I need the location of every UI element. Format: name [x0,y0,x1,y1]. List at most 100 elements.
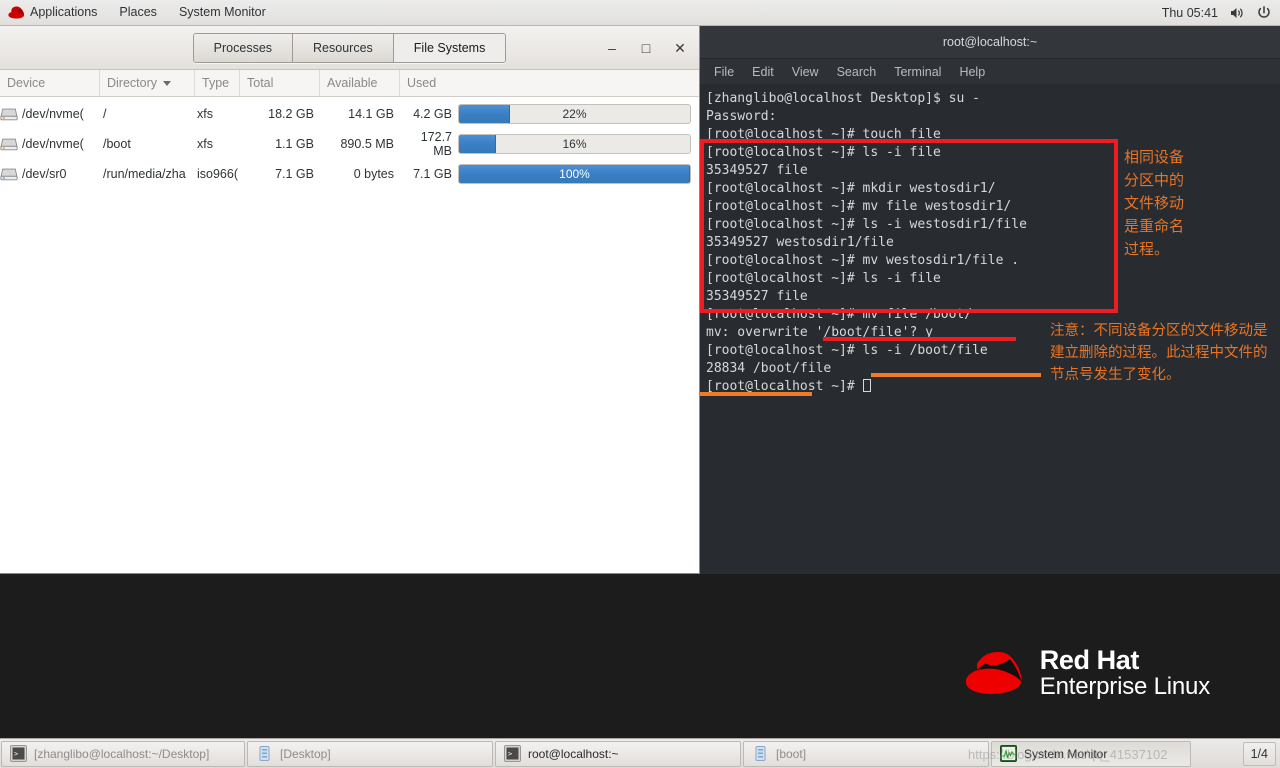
menu-file[interactable]: File [714,65,734,79]
menu-search[interactable]: Search [837,65,877,79]
rhel-brand-line-1: Red Hat [1039,645,1140,675]
taskbar: > [zhanglibo@localhost:~/Desktop] [Deskt… [0,738,1280,768]
cell-device: /dev/sr0 [0,167,100,181]
rhel-brand-line-2: Enterprise Linux [1039,673,1210,701]
taskbar-item-zhanglibo-terminal[interactable]: > [zhanglibo@localhost:~/Desktop] [1,740,245,767]
top-bar-status-area: Thu 05:41 [1162,5,1280,21]
cell-type: iso966( [197,167,238,181]
cell-used: 4.2 GB [413,107,452,121]
table-row[interactable]: /dev/nvme( /boot xfs 1.1 GB 890.5 MB 172… [0,129,699,159]
taskbar-item-root-terminal[interactable]: > root@localhost:~ [495,740,741,767]
table-row[interactable]: /dev/sr0 /run/media/zha iso966( 7.1 GB 0… [0,159,699,189]
minimize-button[interactable]: – [601,37,623,59]
column-header-device-label: Device [7,76,46,90]
system-monitor-tabbar: Processes Resources File Systems [192,32,507,63]
clock[interactable]: Thu 05:41 [1162,6,1218,20]
maximize-icon: □ [641,40,651,56]
minimize-icon: – [608,40,616,56]
gnome-top-bar: Applications Places System Monitor Thu 0… [0,0,1280,26]
file-systems-table-body: /dev/nvme( / xfs 18.2 GB 14.1 GB 4.2 GB … [0,97,699,573]
column-header-device[interactable]: Device [0,70,100,96]
cell-type: xfs [197,137,213,151]
cell-total: 1.1 GB [275,137,314,151]
cell-usage-bar: 22% [458,104,699,124]
taskbar-item-label: [boot] [776,746,807,761]
annotation-note-1: 相同设备 分区中的 文件移动 是重命名 过程。 [1124,148,1185,258]
column-header-available[interactable]: Available [320,70,400,96]
terminal-window: root@localhost:~ File Edit View Search T… [700,26,1280,574]
usage-progress-bar: 16% [458,134,691,154]
menu-help[interactable]: Help [959,65,985,79]
folder-icon [259,746,270,761]
applications-menu[interactable]: Applications [0,0,108,25]
close-button[interactable]: ✕ [669,37,691,59]
sort-descending-icon [163,80,172,86]
cell-device-label: /dev/nvme( [22,107,84,121]
taskbar-item-label: [zhanglibo@localhost:~/Desktop] [34,746,210,761]
system-monitor-titlebar[interactable]: Processes Resources File Systems – □ ✕ [0,26,699,70]
column-header-available-label: Available [327,76,378,90]
table-row[interactable]: /dev/nvme( / xfs 18.2 GB 14.1 GB 4.2 GB … [0,99,699,129]
close-icon: ✕ [674,40,686,56]
active-app-menu[interactable]: System Monitor [168,0,277,25]
places-menu[interactable]: Places [108,0,168,25]
terminal-icon: > [10,745,27,762]
cell-device-label: /dev/nvme( [22,137,84,151]
svg-text:>: > [14,750,18,758]
cell-device: /dev/nvme( [0,137,100,151]
maximize-button[interactable]: □ [635,37,657,59]
tab-file-systems[interactable]: File Systems [393,33,506,62]
menu-view[interactable]: View [792,65,819,79]
system-monitor-window: Processes Resources File Systems – □ ✕ D… [0,26,700,574]
redhat-hat-icon [8,6,25,19]
cell-directory: /boot [103,137,131,151]
rhel-branding: Red Hat Enterprise Linux [964,646,1210,700]
workspace-indicator[interactable]: 1/4 [1242,741,1276,766]
system-monitor-icon [1000,745,1017,762]
cell-used: 172.7 MB [420,130,452,158]
terminal-title-label: root@localhost:~ [942,35,1038,49]
applications-label: Applications [30,5,98,19]
usage-percent-label: 100% [559,167,590,181]
terminal-titlebar[interactable]: root@localhost:~ [700,26,1280,59]
places-label: Places [119,5,157,19]
taskbar-item-label: [Desktop] [280,746,331,761]
taskbar-item-label: System Monitor [1024,746,1108,761]
usage-progress-bar: 100% [458,164,691,184]
column-header-used[interactable]: Used [400,70,699,96]
terminal-icon: > [504,745,521,762]
active-app-label: System Monitor [178,5,266,19]
cell-total: 7.1 GB [275,167,314,181]
power-icon[interactable] [1256,5,1272,21]
cell-available: 14.1 GB [348,107,394,121]
volume-icon[interactable] [1229,5,1245,21]
tab-processes[interactable]: Processes [193,33,294,62]
workspace-label: 1/4 [1250,746,1268,761]
column-header-total[interactable]: Total [240,70,320,96]
svg-text:>: > [508,750,512,758]
usage-progress-bar: 22% [458,104,691,124]
terminal-line: [zhanglibo@localhost Desktop]$ su - [706,91,980,106]
drive-icon [0,108,18,121]
usage-percent-label: 22% [562,107,587,121]
cell-directory: /run/media/zha [103,167,186,181]
menu-edit[interactable]: Edit [752,65,774,79]
taskbar-item-system-monitor[interactable]: System Monitor [991,740,1191,767]
folder-icon [755,746,766,761]
column-header-directory[interactable]: Directory [100,70,195,96]
taskbar-item-boot-folder[interactable]: [boot] [743,740,989,767]
cell-device: /dev/nvme( [0,107,100,121]
cell-type: xfs [197,107,213,121]
terminal-cursor [862,379,871,392]
column-header-type[interactable]: Type [195,70,240,96]
terminal-prompt: [root@localhost ~]# [706,379,863,394]
taskbar-item-desktop-folder[interactable]: [Desktop] [247,740,493,767]
cell-available: 890.5 MB [340,137,394,151]
menu-terminal[interactable]: Terminal [894,65,941,79]
column-header-directory-label: Directory [107,76,158,90]
annotation-note-2: 注意：不同设备分区的文件移动是建立删除的过程。此过程中文件的节点号发生了变化。 [1050,323,1268,383]
tab-resources[interactable]: Resources [293,33,394,62]
column-header-total-label: Total [247,76,274,90]
drive-icon [0,168,18,181]
drive-icon [0,138,18,151]
